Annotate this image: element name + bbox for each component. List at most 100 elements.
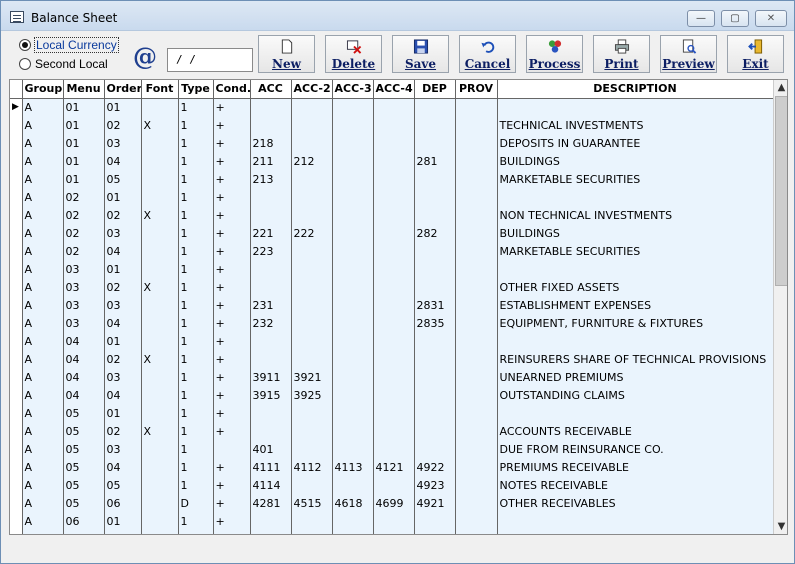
row-indicator[interactable] xyxy=(10,314,23,332)
cell-prov[interactable] xyxy=(455,476,498,494)
cell-dep[interactable] xyxy=(414,332,456,350)
cell-menu[interactable]: 03 xyxy=(63,260,105,278)
cell-acc-2[interactable] xyxy=(291,314,333,332)
table-row[interactable]: A 02 04 1 +223 MARKETABLE SECURITIES xyxy=(10,242,774,260)
cell-acc[interactable]: 223 xyxy=(250,242,292,260)
cell-order[interactable]: 03 xyxy=(104,440,142,458)
cell-description[interactable]: ESTABLISHMENT EXPENSES xyxy=(497,296,774,314)
cell-acc-3[interactable] xyxy=(332,116,374,134)
cell-order[interactable]: 05 xyxy=(104,170,142,188)
cell-prov[interactable] xyxy=(455,98,498,116)
cell-type[interactable]: 1 xyxy=(178,350,214,368)
cell-cond[interactable]: + xyxy=(213,152,251,170)
row-indicator[interactable] xyxy=(10,368,23,386)
row-indicator[interactable] xyxy=(10,422,23,440)
cell-font[interactable] xyxy=(141,440,179,458)
cell-order[interactable]: 02 xyxy=(104,350,142,368)
cell-acc-4[interactable] xyxy=(373,350,415,368)
cell-acc-3[interactable] xyxy=(332,206,374,224)
cell-description[interactable]: EQUIPMENT, FURNITURE & FIXTURES xyxy=(497,314,774,332)
table-row[interactable]: A 05 05 1 +4114 4923 NOTES RECEIVABLE xyxy=(10,476,774,494)
cell-font[interactable] xyxy=(141,98,179,116)
column-header-acc-4[interactable]: ACC-4 xyxy=(373,80,415,99)
close-button[interactable]: ✕ xyxy=(755,10,787,27)
cell-menu[interactable]: 01 xyxy=(63,152,105,170)
cell-type[interactable]: 1 xyxy=(178,368,214,386)
cell-acc[interactable] xyxy=(250,278,292,296)
cell-font[interactable]: X xyxy=(141,116,179,134)
cell-prov[interactable] xyxy=(455,314,498,332)
cell-font[interactable] xyxy=(141,476,179,494)
cell-acc-4[interactable] xyxy=(373,170,415,188)
column-header-group[interactable]: Group xyxy=(22,80,64,99)
cell-order[interactable]: 01 xyxy=(104,512,142,530)
cell-font[interactable] xyxy=(141,134,179,152)
cell-acc[interactable] xyxy=(250,350,292,368)
cell-cond[interactable]: + xyxy=(213,530,251,534)
cell-prov[interactable] xyxy=(455,206,498,224)
row-indicator[interactable] xyxy=(10,116,23,134)
cell-acc-3[interactable] xyxy=(332,134,374,152)
cell-group[interactable]: A xyxy=(22,188,64,206)
cell-acc-3[interactable] xyxy=(332,224,374,242)
cell-acc-4[interactable] xyxy=(373,476,415,494)
cell-prov[interactable] xyxy=(455,386,498,404)
cell-description[interactable]: OTHER RECEIVABLES xyxy=(497,494,774,512)
cell-group[interactable]: A xyxy=(22,242,64,260)
cell-group[interactable]: A xyxy=(22,152,64,170)
row-indicator[interactable] xyxy=(10,512,23,530)
cell-type[interactable]: 1 xyxy=(178,458,214,476)
cell-order[interactable]: 01 xyxy=(104,98,142,116)
cell-group[interactable]: A xyxy=(22,314,64,332)
cell-acc[interactable] xyxy=(250,530,292,534)
cell-acc[interactable]: 218 xyxy=(250,134,292,152)
table-row[interactable]: A 03 04 1 +232 2835 EQUIPMENT, FURNITURE & FIX… xyxy=(10,314,774,332)
cell-type[interactable]: 1 xyxy=(178,332,214,350)
cell-acc-3[interactable] xyxy=(332,368,374,386)
cell-acc-4[interactable] xyxy=(373,278,415,296)
row-indicator[interactable] xyxy=(10,476,23,494)
cell-acc[interactable]: 221 xyxy=(250,224,292,242)
cell-prov[interactable] xyxy=(455,440,498,458)
cell-dep[interactable] xyxy=(414,260,456,278)
save-button[interactable]: Save xyxy=(392,35,449,73)
cell-prov[interactable] xyxy=(455,530,498,534)
cell-acc[interactable]: 401 xyxy=(250,440,292,458)
cell-dep[interactable] xyxy=(414,368,456,386)
row-indicator[interactable] xyxy=(10,134,23,152)
table-row[interactable]: ▶ A 01 01 1 + xyxy=(10,98,774,116)
cell-description[interactable]: ACCOUNTS RECEIVABLE xyxy=(497,422,774,440)
cell-type[interactable]: 1 xyxy=(178,134,214,152)
cell-description[interactable]: FINANCIAL ACCOUNTS xyxy=(497,530,774,534)
cell-acc-4[interactable] xyxy=(373,422,415,440)
cell-menu[interactable]: 02 xyxy=(63,188,105,206)
cell-group[interactable]: A xyxy=(22,116,64,134)
cell-cond[interactable]: + xyxy=(213,494,251,512)
cell-acc-3[interactable] xyxy=(332,152,374,170)
cell-prov[interactable] xyxy=(455,242,498,260)
cell-font[interactable]: X xyxy=(141,278,179,296)
cell-description[interactable]: REINSURERS SHARE OF TECHNICAL PROVISIONS xyxy=(497,350,774,368)
cell-order[interactable]: 02 xyxy=(104,116,142,134)
cell-description[interactable]: NOTES RECEIVABLE xyxy=(497,476,774,494)
cell-type[interactable]: 1 xyxy=(178,188,214,206)
cell-acc-2[interactable] xyxy=(291,440,333,458)
cell-order[interactable]: 01 xyxy=(104,404,142,422)
cell-font[interactable] xyxy=(141,404,179,422)
cell-order[interactable]: 02 xyxy=(104,422,142,440)
cell-acc[interactable]: 211 xyxy=(250,152,292,170)
cell-acc-4[interactable] xyxy=(373,116,415,134)
cell-order[interactable]: 04 xyxy=(104,152,142,170)
cell-acc-2[interactable] xyxy=(291,278,333,296)
cell-font[interactable] xyxy=(141,242,179,260)
cell-acc-2[interactable]: 4515 xyxy=(291,494,333,512)
cell-acc-3[interactable] xyxy=(332,332,374,350)
cell-prov[interactable] xyxy=(455,422,498,440)
cell-prov[interactable] xyxy=(455,224,498,242)
cell-dep[interactable] xyxy=(414,98,456,116)
column-header-type[interactable]: Type xyxy=(178,80,214,99)
cell-menu[interactable]: 05 xyxy=(63,422,105,440)
cell-acc-3[interactable] xyxy=(332,314,374,332)
cell-dep[interactable]: 4922 xyxy=(414,458,456,476)
cell-type[interactable]: 1 xyxy=(178,278,214,296)
